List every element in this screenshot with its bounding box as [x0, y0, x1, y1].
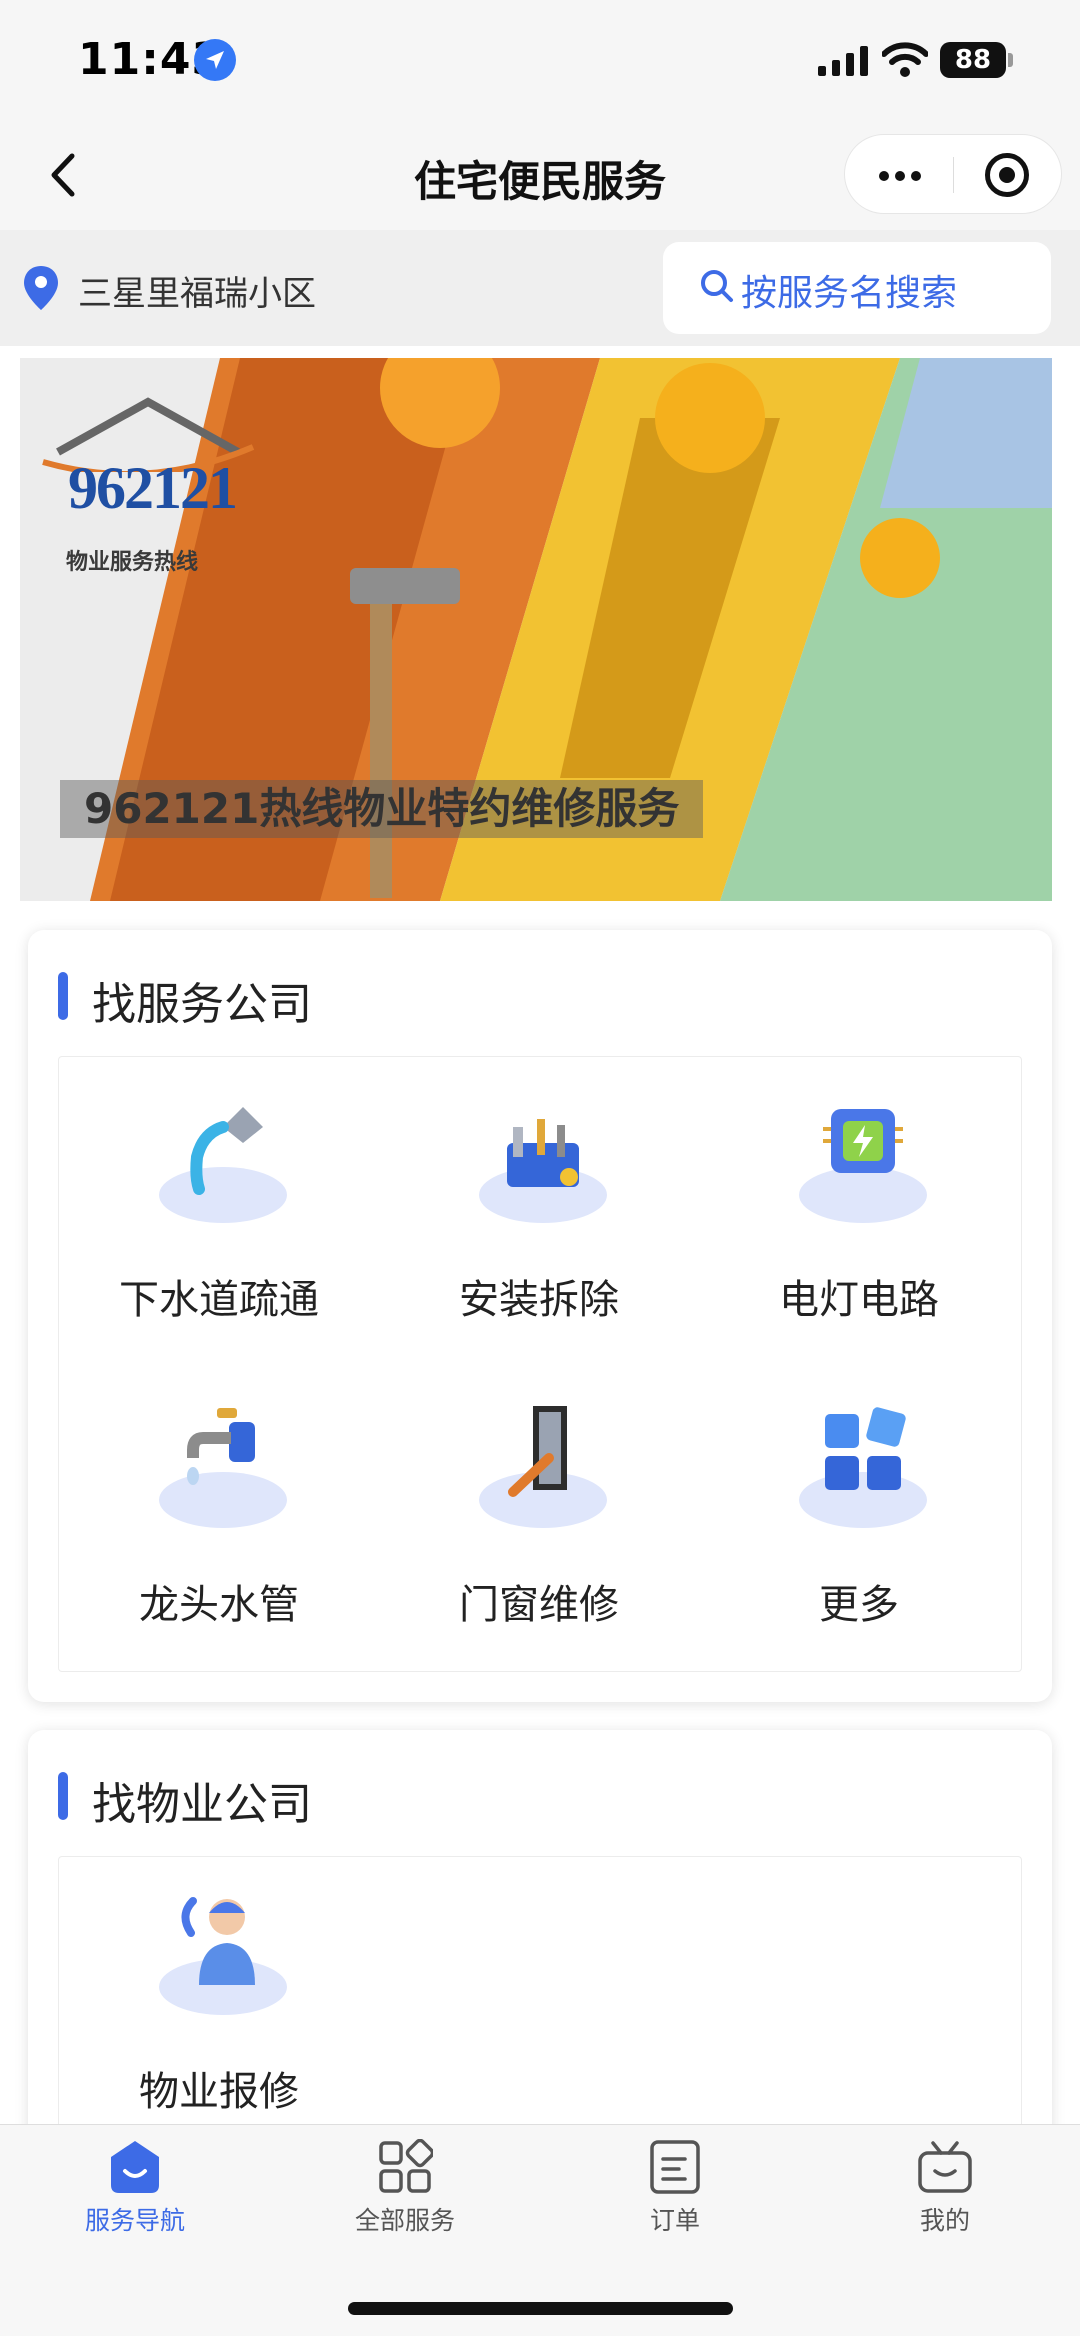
customer-service-icon: [181, 1897, 255, 1985]
tab-label: 服务导航: [84, 2206, 185, 2235]
community-selector[interactable]: 三星里福瑞小区: [78, 266, 316, 315]
service-label: 门窗维修: [459, 1582, 619, 1628]
hotline-number: 962121: [68, 455, 238, 521]
location-arrow-icon: [194, 39, 236, 81]
wifi-icon: [882, 42, 928, 77]
tab-mine[interactable]: 我的: [810, 2139, 1080, 2249]
door-window-icon: [508, 1406, 567, 1497]
tab-all-services[interactable]: 全部服务: [270, 2139, 540, 2249]
service-property-repair[interactable]: 物业报修: [59, 1849, 379, 2149]
location-search-row: 三星里福瑞小区 按服务名搜索: [0, 230, 1080, 346]
service-lighting-circuit[interactable]: 电灯电路: [699, 1057, 1019, 1357]
home-icon: [111, 2141, 159, 2193]
cellular-signal-icon: [818, 46, 868, 76]
location-pin-icon: [24, 266, 58, 310]
service-grid: 下水道疏通 安装拆除 电灯电路 龙头水管 门窗维修 更多: [58, 1056, 1022, 1672]
service-icon-wrap: [479, 1402, 607, 1530]
faucet-icon: [187, 1408, 255, 1485]
service-more[interactable]: 更多: [699, 1362, 1019, 1662]
more-options-button[interactable]: [845, 135, 953, 215]
order-icon: [650, 2140, 700, 2194]
tab-label: 订单: [649, 2206, 700, 2235]
service-label: 龙头水管: [139, 1582, 299, 1628]
find-service-company-card: 找服务公司 下水道疏通 安装拆除 电灯电路 龙头水管 门窗维修 更多: [28, 930, 1052, 1702]
service-label: 电灯电路: [779, 1277, 939, 1323]
tab-orders[interactable]: 订单: [540, 2139, 810, 2249]
search-input[interactable]: 按服务名搜索: [663, 242, 1051, 334]
chevron-left-icon: [51, 153, 75, 197]
service-install-remove[interactable]: 安装拆除: [379, 1057, 699, 1357]
more-dots-icon: [879, 171, 889, 181]
more-grid-icon: [825, 1407, 906, 1490]
more-dot: [895, 171, 905, 181]
more-dot: [911, 171, 921, 181]
circuit-chip-icon: [823, 1109, 903, 1173]
hotline-logo: 962121 物业服务热线: [28, 392, 268, 575]
section-accent-bar: [58, 1772, 68, 1820]
drain-pipe-icon: [190, 1107, 263, 1195]
hotline-subtitle: 物业服务热线: [66, 550, 199, 575]
search-placeholder: 按服务名搜索: [741, 273, 958, 314]
service-icon-wrap: [159, 1097, 287, 1225]
battery-cap: [1008, 53, 1013, 67]
navigation-bar: 住宅便民服务: [0, 120, 1080, 230]
service-icon-wrap: [799, 1097, 927, 1225]
capsule-divider: [953, 157, 954, 193]
search-icon: [701, 270, 733, 302]
tab-label: 全部服务: [354, 2206, 455, 2235]
tab-service-navigation[interactable]: 服务导航: [0, 2139, 270, 2249]
back-button[interactable]: [30, 140, 100, 210]
section-title: 找物业公司: [92, 1779, 312, 1830]
service-icon-wrap: [799, 1402, 927, 1530]
toolbox-icon: [507, 1119, 579, 1187]
status-bar: 11:43 88: [0, 0, 1080, 120]
service-icon-wrap: [159, 1889, 287, 2017]
battery-indicator: 88: [940, 42, 1006, 78]
banner-caption: 962121热线物业特约维修服务: [60, 780, 704, 838]
service-label: 物业报修: [139, 2069, 299, 2115]
service-door-window[interactable]: 门窗维修: [379, 1362, 699, 1662]
service-faucet-pipe[interactable]: 龙头水管: [59, 1362, 379, 1662]
close-miniprogram-button[interactable]: [985, 153, 1029, 197]
tab-label: 我的: [919, 2206, 970, 2235]
service-label: 下水道疏通: [119, 1277, 319, 1323]
service-label: 安装拆除: [459, 1277, 619, 1323]
profile-tv-icon: [918, 2141, 972, 2193]
app-screen: 11:43 88 住宅便民服务 三星里福瑞小区 按服务名搜索 962121 物业…: [0, 0, 1080, 2336]
section-accent-bar: [58, 972, 68, 1020]
mini-program-capsule: [844, 134, 1062, 214]
service-icon-wrap: [159, 1402, 287, 1530]
promo-banner[interactable]: 962121 物业服务热线 962121热线物业特约维修服务: [20, 358, 1052, 901]
section-title: 找服务公司: [92, 979, 312, 1030]
apps-icon: [379, 2139, 433, 2193]
service-icon-wrap: [479, 1097, 607, 1225]
service-drain-unclog[interactable]: 下水道疏通: [59, 1057, 379, 1357]
home-indicator[interactable]: [348, 2302, 733, 2315]
service-label: 更多: [819, 1582, 899, 1628]
